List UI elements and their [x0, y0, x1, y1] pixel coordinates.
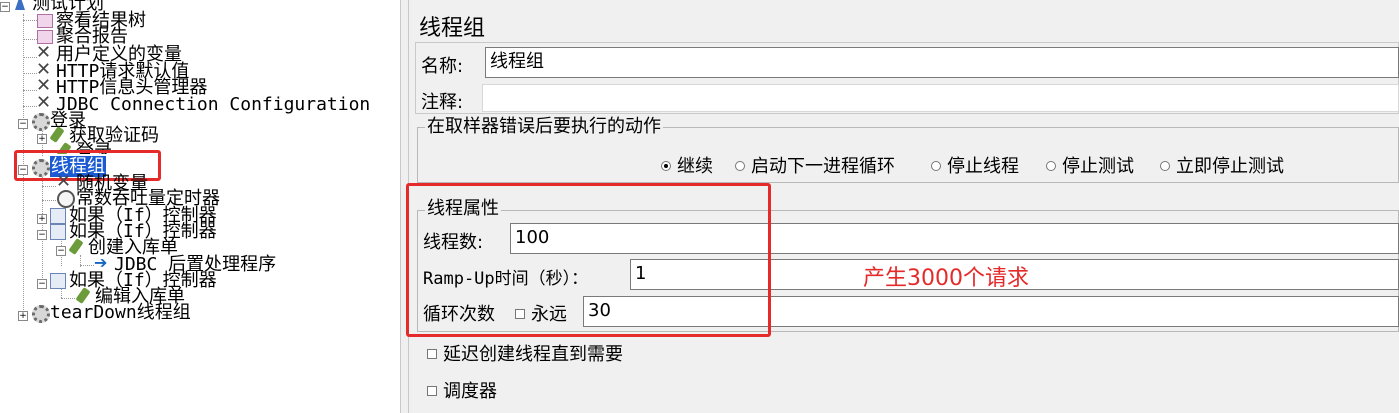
listener-icon	[36, 12, 54, 28]
tree-node-teardown-group[interactable]: + tearDown线程组	[18, 303, 191, 323]
delay-thread-creation-checkbox[interactable]: 延迟创建线程直到需要	[427, 340, 623, 366]
name-label: 名称:	[421, 56, 464, 77]
radio-dot[interactable]	[1046, 161, 1056, 171]
radio-dot[interactable]	[661, 161, 671, 171]
page-title: 线程组	[419, 16, 486, 41]
radio-continue[interactable]: 继续	[661, 152, 713, 178]
checkbox-box[interactable]	[427, 349, 437, 359]
sampler-icon	[68, 239, 86, 255]
scheduler-checkbox[interactable]: 调度器	[427, 377, 497, 403]
gear-icon	[30, 304, 50, 323]
name-field[interactable]: 线程组	[485, 47, 1399, 78]
expand-toggle[interactable]: +	[37, 134, 47, 144]
expand-toggle[interactable]: +	[18, 311, 28, 321]
sampler-error-action-title: 在取样器错误后要执行的动作	[425, 116, 663, 137]
checkbox-box[interactable]	[427, 386, 437, 396]
timer-icon	[56, 190, 75, 208]
collapse-toggle[interactable]: −	[37, 279, 47, 289]
annotation-text: 产生3000个请求	[863, 266, 1029, 291]
controller-icon	[49, 207, 67, 224]
radio-dot[interactable]	[735, 161, 745, 171]
collapse-toggle[interactable]: −	[0, 2, 10, 12]
tree-node-jdbc-config[interactable]: JDBC Connection Configuration	[36, 93, 370, 115]
annotation-highlight-box	[406, 183, 771, 337]
collapse-toggle[interactable]: −	[18, 119, 28, 129]
test-plan-tree: −测试计划 察看结果树 聚合报告 用户定义的变量 HTTP请求默认值 HTTP信…	[0, 0, 400, 413]
radio-stop-test[interactable]: 停止测试	[1046, 152, 1134, 178]
radio-stop-thread[interactable]: 停止线程	[931, 152, 1019, 178]
radio-dot[interactable]	[931, 161, 941, 171]
radio-start-next-loop[interactable]: 启动下一进程循环	[735, 152, 895, 178]
controller-icon	[49, 272, 67, 289]
collapse-toggle[interactable]: −	[37, 230, 47, 240]
comment-label: 注释:	[421, 92, 464, 113]
controller-icon	[49, 223, 67, 240]
comment-field[interactable]	[482, 84, 1399, 112]
radio-stop-test-now[interactable]: 立即停止测试	[1160, 152, 1284, 178]
sampler-icon	[49, 127, 67, 143]
test-plan-icon	[12, 0, 30, 11]
collapse-toggle[interactable]: −	[56, 246, 66, 256]
radio-dot[interactable]	[1160, 161, 1170, 171]
